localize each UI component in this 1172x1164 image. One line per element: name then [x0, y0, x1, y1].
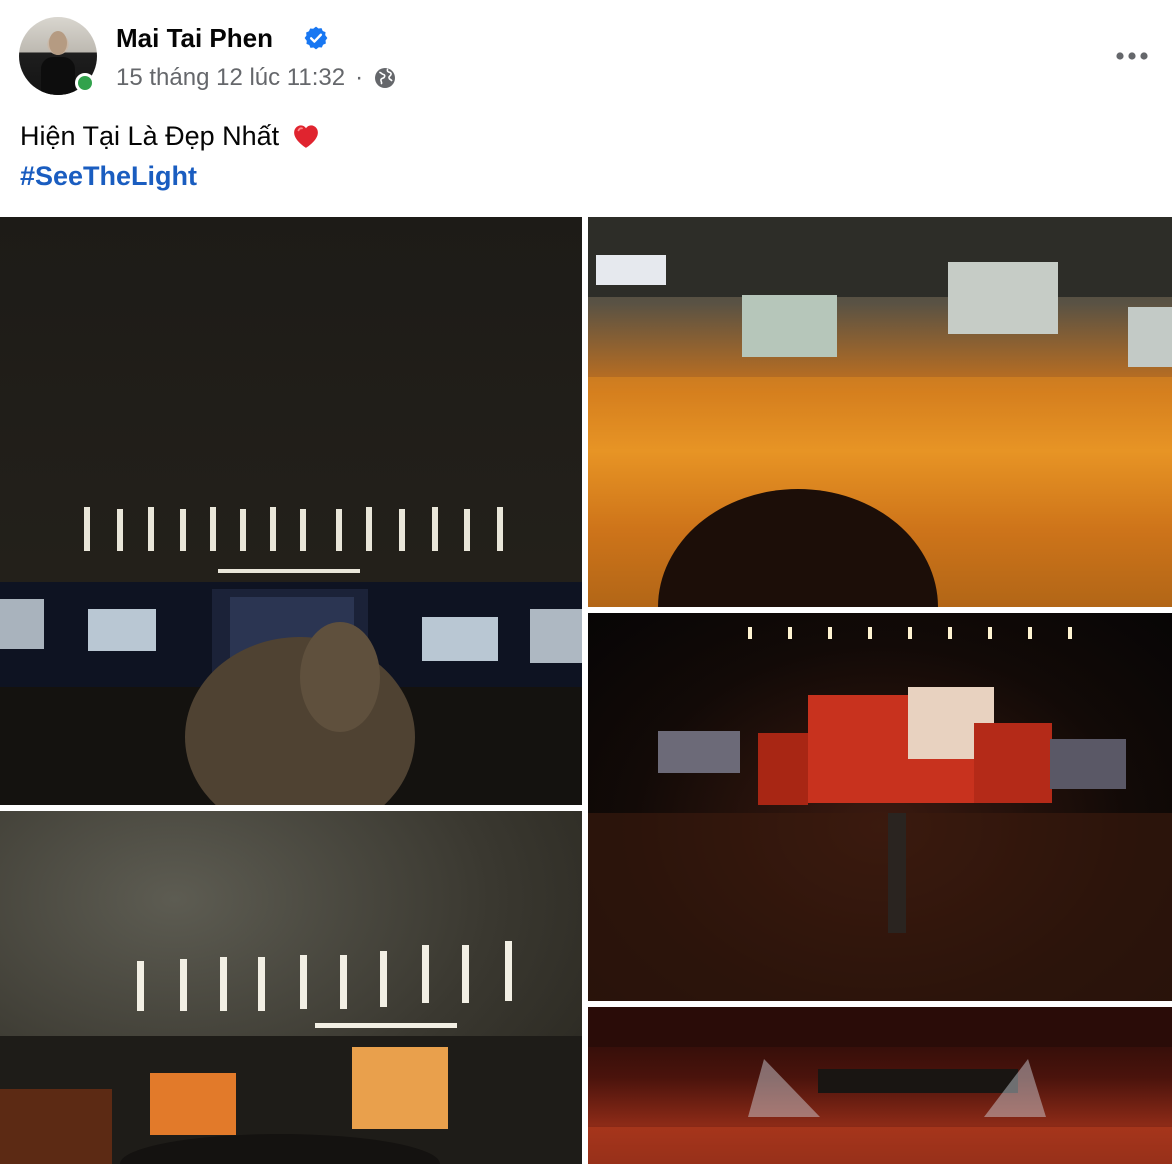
photo-4-art [0, 941, 582, 1164]
photo-1-art [0, 507, 582, 805]
photo-3-art [588, 627, 1172, 1001]
concert-photo-stadium-wide[interactable] [588, 1007, 1172, 1164]
post-timestamp[interactable]: 15 tháng 12 lúc 11:32 [116, 64, 345, 92]
post-meta: 15 tháng 12 lúc 11:32 · [116, 62, 397, 94]
globe-icon[interactable] [373, 66, 397, 90]
hashtag-link[interactable]: #SeeTheLight [20, 156, 197, 196]
post-message: Hiện Tại Là Đẹp Nhất #SeeTheLight [20, 116, 321, 196]
post-header: Mai Tai Phen 15 tháng 12 lúc 11:32 · [0, 0, 1172, 110]
author-avatar[interactable] [19, 17, 97, 95]
concert-photo-stage-hazy[interactable] [0, 811, 582, 1164]
meta-separator: · [355, 64, 364, 91]
photo-5-art [588, 1007, 1172, 1164]
more-options-icon [1116, 52, 1148, 60]
more-options-button[interactable] [1112, 36, 1152, 76]
concert-photo-stage-night[interactable] [0, 217, 582, 805]
post-hashtag-line: #SeeTheLight [20, 156, 321, 196]
concert-photo-red-stage-overview[interactable] [588, 613, 1172, 1001]
online-status-dot [75, 73, 95, 93]
post-text-line: Hiện Tại Là Đẹp Nhất [20, 116, 321, 156]
photo-2-art [588, 217, 1172, 607]
concert-photo-crowd-lights[interactable] [588, 217, 1172, 607]
verified-badge-icon [304, 26, 328, 50]
post-caption: Hiện Tại Là Đẹp Nhất [20, 121, 280, 151]
heart-icon [294, 125, 319, 148]
author-name[interactable]: Mai Tai Phen [116, 22, 273, 54]
